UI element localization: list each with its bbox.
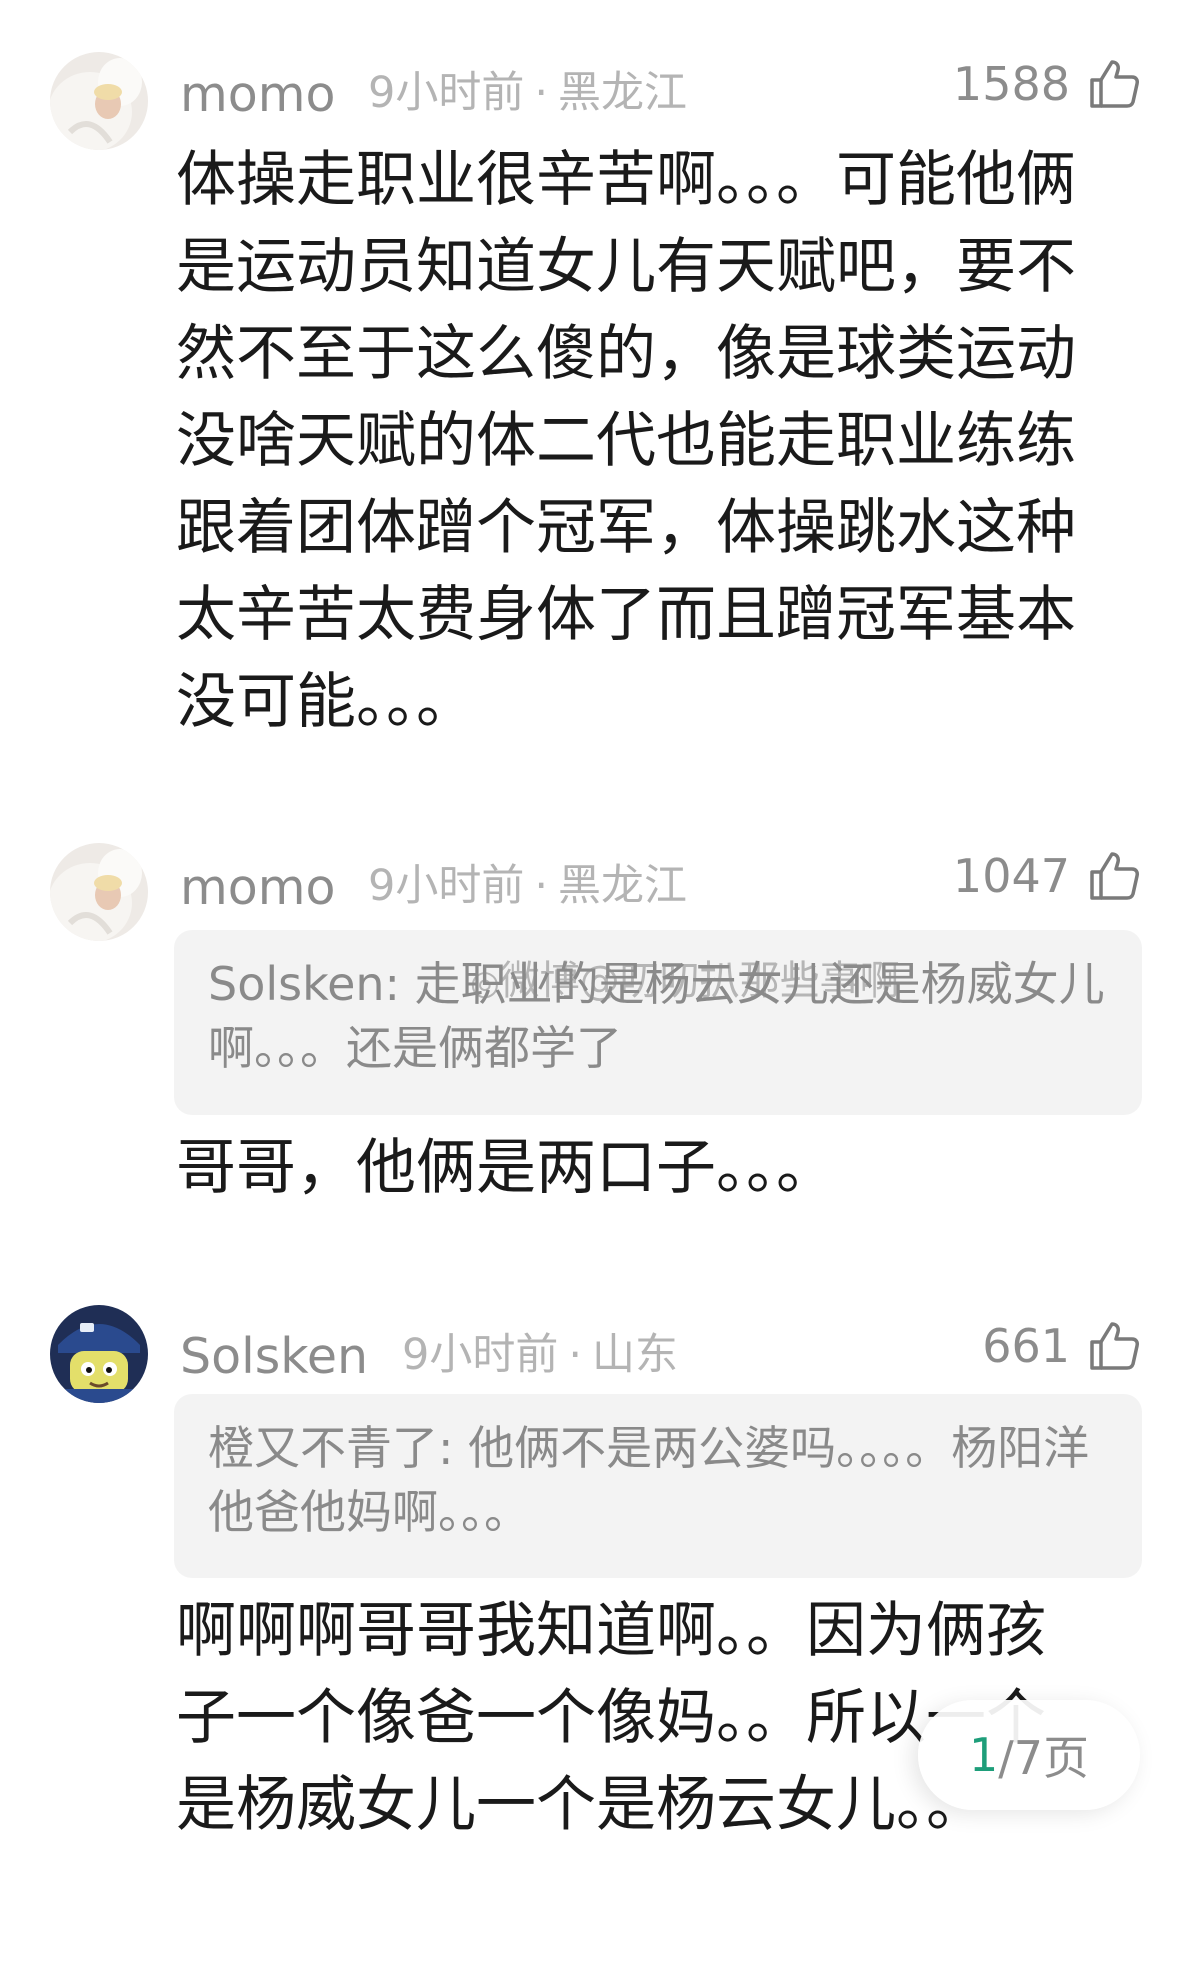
location-label: 山东 xyxy=(592,1330,679,1380)
like-button[interactable]: 661 xyxy=(982,1320,1140,1372)
thumbs-up-icon xyxy=(1090,1322,1139,1370)
thumbs-up-icon xyxy=(1090,60,1139,108)
meta-separator: · xyxy=(568,1330,583,1380)
username[interactable]: momo xyxy=(180,70,335,119)
comment-meta: 9小时前 · 山东 xyxy=(402,1334,678,1377)
comment-body: 体操走职业很辛苦啊。。。可能他俩是运动员知道女儿有天赋吧，要不然不至于这么傻的，… xyxy=(176,145,1076,737)
like-button[interactable]: 1047 xyxy=(953,850,1140,902)
comment-meta: 9小时前 · 黑龙江 xyxy=(368,865,687,908)
location-label: 黑龙江 xyxy=(558,861,688,911)
quoted-reply[interactable]: 橙又不青了: 他俩不是两公婆吗。。。。杨阳洋他爸他妈啊。。。 xyxy=(174,1394,1142,1578)
comment-3: Solsken 9小时前 · 山东 661 橙又不青了: 他俩不是两公婆吗。。。。杨… xyxy=(0,1260,1200,1974)
quoted-reply[interactable]: Solsken: 走职业的是杨云女儿还是杨威女儿啊。。。还是俩都学了 xyxy=(174,930,1142,1115)
time-label: 9小时前 xyxy=(368,861,525,911)
page-indicator[interactable]: 1/7页 xyxy=(918,1700,1140,1810)
meta-separator: · xyxy=(534,68,549,118)
avatar[interactable] xyxy=(50,843,148,941)
like-count: 661 xyxy=(982,1319,1070,1373)
comment-1: momo 9小时前 · 黑龙江 1588 体操走职业很辛苦啊。。。可能他俩是运动员知… xyxy=(0,0,1200,780)
thumbs-up-icon xyxy=(1090,852,1139,900)
location-label: 黑龙江 xyxy=(558,68,688,118)
username[interactable]: momo xyxy=(180,863,335,912)
like-button[interactable]: 1588 xyxy=(953,58,1140,110)
avatar[interactable] xyxy=(50,52,148,150)
total-pages: /7页 xyxy=(998,1731,1090,1785)
comment-body: 哥哥，他俩是两口子。。。 xyxy=(176,1133,836,1203)
comment-meta: 9小时前 · 黑龙江 xyxy=(368,72,687,115)
like-count: 1588 xyxy=(952,57,1070,111)
like-count: 1047 xyxy=(952,849,1070,903)
avatar-image xyxy=(50,843,148,941)
time-label: 9小时前 xyxy=(402,1330,559,1380)
time-label: 9小时前 xyxy=(368,68,525,118)
avatar-image xyxy=(50,1305,148,1403)
current-page: 1 xyxy=(968,1728,999,1782)
meta-separator: · xyxy=(534,861,549,911)
avatar[interactable] xyxy=(50,1305,148,1403)
username[interactable]: Solsken xyxy=(180,1332,368,1381)
comment-2: momo 9小时前 · 黑龙江 1047 Solsken: 走职业的是杨云女儿还是杨… xyxy=(0,780,1200,1260)
avatar-image xyxy=(50,52,148,150)
